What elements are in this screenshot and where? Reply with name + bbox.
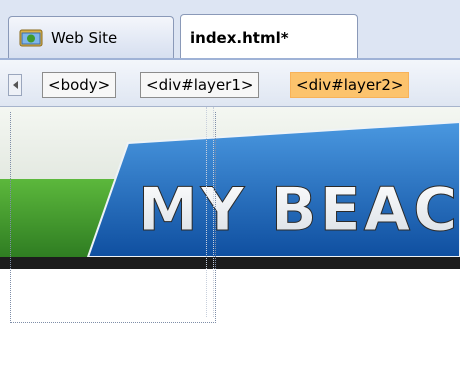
chevron-left-icon: [12, 81, 18, 89]
layer-outline[interactable]: [10, 112, 216, 323]
design-canvas[interactable]: MY BEAC: [0, 107, 460, 380]
tab-web-site-label: Web Site: [51, 28, 118, 47]
document-tab-strip: Web Site index.html*: [0, 0, 460, 60]
tag-body[interactable]: <body>: [42, 72, 117, 98]
tab-index-html[interactable]: index.html*: [180, 14, 358, 60]
scroll-left-button[interactable]: [8, 74, 22, 96]
tag-selector-bar: <body> <div#layer1> <div#layer2>: [0, 60, 460, 107]
tab-web-site[interactable]: Web Site: [8, 16, 174, 58]
tag-div-layer2[interactable]: <div#layer2>: [290, 72, 410, 98]
website-icon: [19, 29, 43, 47]
tab-index-html-label: index.html*: [190, 28, 289, 47]
tag-div-layer1[interactable]: <div#layer1>: [140, 72, 260, 98]
